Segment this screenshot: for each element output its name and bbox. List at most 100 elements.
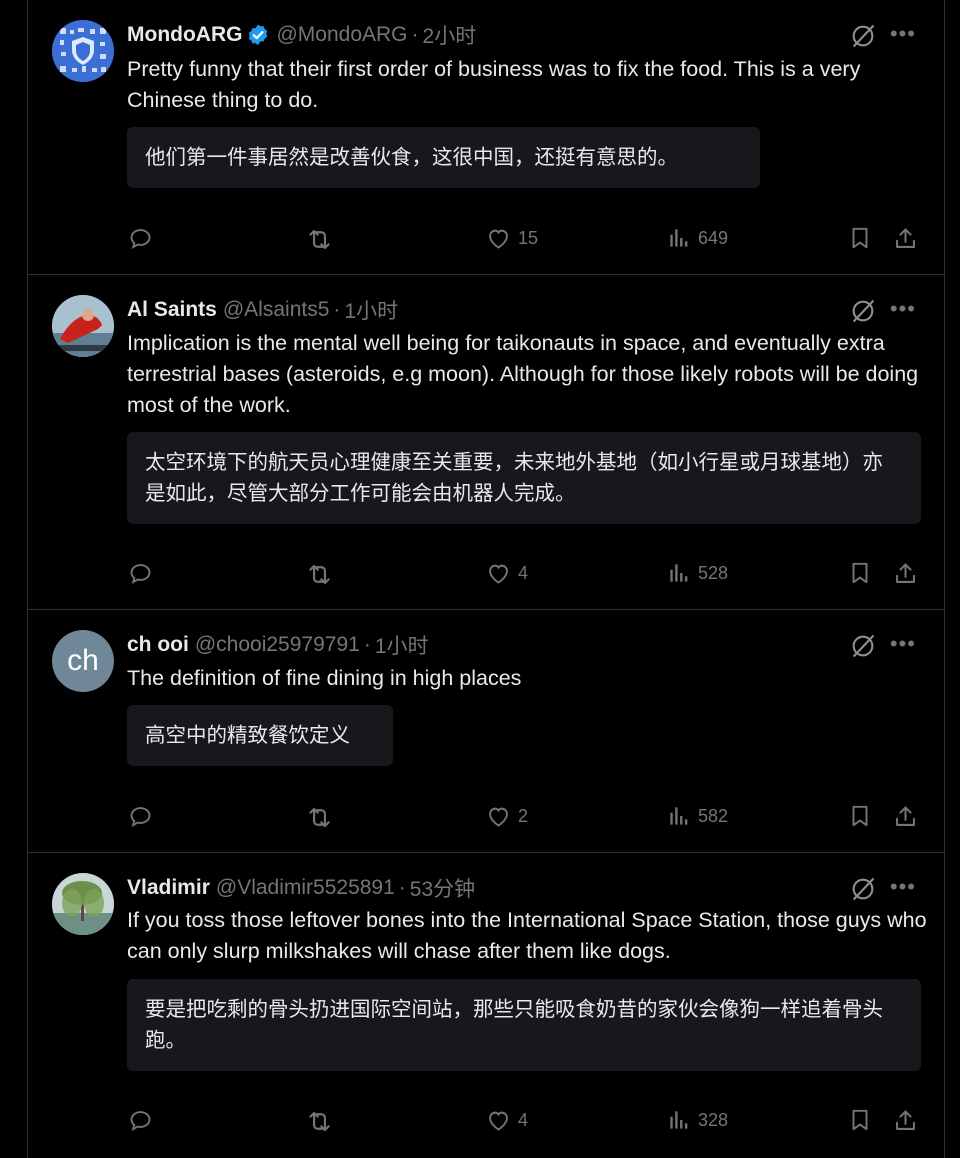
more-options-icon[interactable]: ••• <box>890 23 916 45</box>
share-icon <box>892 803 919 830</box>
like-button[interactable]: 4 <box>485 560 528 587</box>
like-button[interactable]: 2 <box>485 803 528 830</box>
tweet[interactable]: Vladimir @Vladimir5525891 · 53分钟 ••• If … <box>28 853 944 1158</box>
more-options-icon[interactable]: ••• <box>890 876 916 898</box>
reply-icon <box>127 560 154 587</box>
retweet-button[interactable] <box>305 1107 334 1136</box>
separator-dot: · <box>411 23 419 46</box>
reply-icon <box>127 225 154 252</box>
views-button[interactable]: 328 <box>666 1107 728 1133</box>
view-count: 328 <box>698 1109 729 1130</box>
share-button[interactable] <box>892 1107 919 1134</box>
avatar[interactable]: ch <box>52 630 114 692</box>
views-button[interactable]: 528 <box>666 560 728 586</box>
views-button[interactable]: 649 <box>666 225 728 251</box>
username-handle[interactable]: @Vladimir5525891 <box>216 876 395 900</box>
display-name[interactable]: Al Saints <box>127 298 217 322</box>
translation-box: 太空环境下的航天员心理健康至关重要，未来地外基地（如小行星或月球基地）亦是如此，… <box>127 432 921 524</box>
heart-icon <box>485 560 512 587</box>
translation-box: 高空中的精致餐饮定义 <box>127 705 393 766</box>
action-bar: 4 328 <box>28 1107 944 1137</box>
tweet-text: If you toss those leftover bones into th… <box>127 908 927 963</box>
timestamp[interactable]: 2小时 <box>423 20 477 50</box>
like-button[interactable]: 4 <box>485 1107 528 1134</box>
like-count: 4 <box>518 1110 529 1130</box>
reply-icon <box>127 803 154 830</box>
views-icon <box>666 225 692 251</box>
tweet-text: Implication is the mental well being for… <box>127 331 919 417</box>
display-name[interactable]: ch ooi <box>127 633 189 657</box>
bookmark-button[interactable] <box>847 225 873 251</box>
avatar-initials: ch <box>67 644 99 677</box>
like-count: 15 <box>518 228 539 248</box>
views-icon <box>666 803 692 829</box>
timestamp[interactable]: 1小时 <box>344 295 398 325</box>
tweet-header: ch ooi @chooi25979791 · 1小时 <box>127 632 429 658</box>
views-button[interactable]: 582 <box>666 803 728 829</box>
retweet-button[interactable] <box>305 803 334 832</box>
views-icon <box>666 1107 692 1133</box>
retweet-icon <box>305 225 334 254</box>
retweet-icon <box>305 560 334 589</box>
views-icon <box>666 560 692 586</box>
timestamp[interactable]: 1小时 <box>375 630 429 660</box>
share-icon <box>892 1107 919 1134</box>
display-name[interactable]: Vladimir <box>127 876 210 900</box>
retweet-button[interactable] <box>305 560 334 589</box>
grok-icon[interactable] <box>849 632 877 665</box>
reply-button[interactable] <box>127 1107 154 1134</box>
timestamp[interactable]: 53分钟 <box>410 873 475 903</box>
bookmark-icon <box>847 1107 873 1133</box>
tweet-header: Vladimir @Vladimir5525891 · 53分钟 <box>127 875 475 901</box>
retweet-icon <box>305 803 334 832</box>
bookmark-button[interactable] <box>847 1107 873 1133</box>
action-bar: 4 528 <box>28 560 944 590</box>
tweet-text: The definition of fine dining in high pl… <box>127 666 522 690</box>
tweet[interactable]: Al Saints @Alsaints5 · 1小时 ••• Implicati… <box>28 275 944 610</box>
tweet-header: Al Saints @Alsaints5 · 1小时 <box>127 297 398 323</box>
tweet[interactable]: MondoARG @MondoARG · 2小时 ••• Pretty funn… <box>28 0 944 275</box>
bookmark-icon <box>847 225 873 251</box>
avatar[interactable] <box>52 295 114 357</box>
reply-feed: MondoARG @MondoARG · 2小时 ••• Pretty funn… <box>27 0 945 1158</box>
view-count: 582 <box>698 805 729 826</box>
tweet-header: MondoARG @MondoARG · 2小时 <box>127 22 476 48</box>
username-handle[interactable]: @chooi25979791 <box>195 633 360 657</box>
share-icon <box>892 560 919 587</box>
bookmark-button[interactable] <box>847 560 873 586</box>
bookmark-button[interactable] <box>847 803 873 829</box>
tweet[interactable]: ch ch ooi @chooi25979791 · 1小时 ••• The d… <box>28 610 944 853</box>
avatar[interactable] <box>52 873 114 935</box>
like-button[interactable]: 15 <box>485 225 538 252</box>
translation-box: 他们第一件事居然是改善伙食，这很中国，还挺有意思的。 <box>127 127 760 188</box>
username-handle[interactable]: @MondoARG <box>276 23 407 47</box>
grok-icon[interactable] <box>849 875 877 908</box>
heart-icon <box>485 803 512 830</box>
reply-button[interactable] <box>127 803 154 830</box>
view-count: 528 <box>698 562 729 583</box>
share-button[interactable] <box>892 560 919 587</box>
reply-button[interactable] <box>127 225 154 252</box>
more-options-icon[interactable]: ••• <box>890 298 916 320</box>
bookmark-icon <box>847 803 873 829</box>
share-button[interactable] <box>892 803 919 830</box>
separator-dot: · <box>363 633 371 656</box>
share-button[interactable] <box>892 225 919 252</box>
separator-dot: · <box>333 298 341 321</box>
separator-dot: · <box>398 876 406 899</box>
display-name[interactable]: MondoARG <box>127 23 242 47</box>
grok-icon[interactable] <box>849 297 877 330</box>
action-bar: 15 649 <box>28 225 944 255</box>
avatar[interactable] <box>52 20 114 82</box>
view-count: 649 <box>698 227 729 248</box>
username-handle[interactable]: @Alsaints5 <box>223 298 330 322</box>
grok-icon[interactable] <box>849 22 877 55</box>
retweet-button[interactable] <box>305 225 334 254</box>
tweet-text: Pretty funny that their first order of b… <box>127 57 861 112</box>
heart-icon <box>485 1107 512 1134</box>
heart-icon <box>485 225 512 252</box>
more-options-icon[interactable]: ••• <box>890 633 916 655</box>
bookmark-icon <box>847 560 873 586</box>
reply-button[interactable] <box>127 560 154 587</box>
like-count: 2 <box>518 806 529 826</box>
